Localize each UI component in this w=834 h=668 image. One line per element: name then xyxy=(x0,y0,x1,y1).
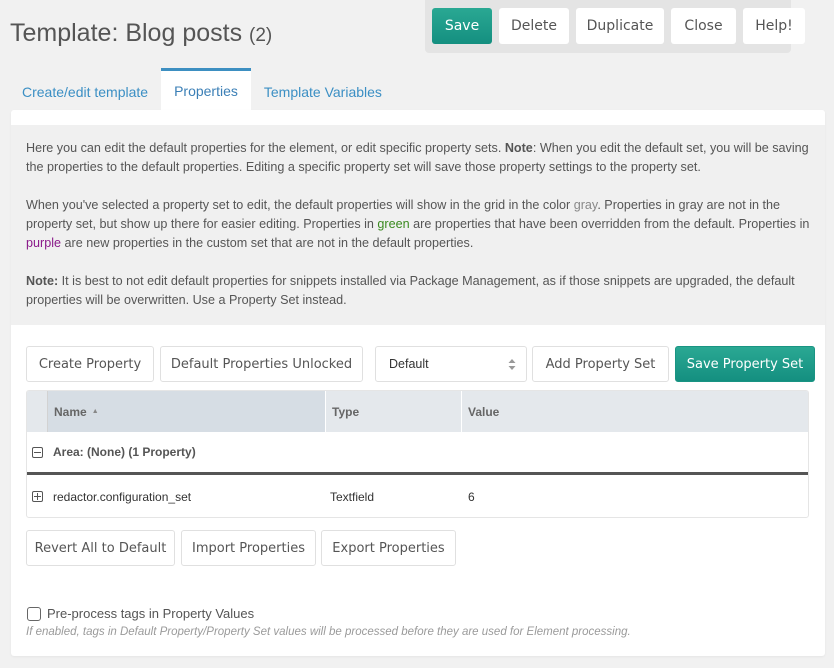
save-property-set-button[interactable]: Save Property Set xyxy=(675,346,815,382)
grid-header: Name ▲ Type Value xyxy=(27,391,808,432)
cell-type: Textfield xyxy=(330,490,375,504)
delete-button[interactable]: Delete xyxy=(499,8,569,44)
note-label: Note xyxy=(504,141,533,155)
add-property-set-button[interactable]: Add Property Set xyxy=(532,346,669,382)
cell-name: redactor.configuration_set xyxy=(53,490,192,504)
preprocess-tags-label: Pre-process tags in Property Values xyxy=(47,606,255,621)
default-properties-unlocked-button[interactable]: Default Properties Unlocked xyxy=(160,346,363,382)
column-header-name[interactable]: Name ▲ xyxy=(47,391,325,432)
text: are new properties in the custom set tha… xyxy=(61,236,474,250)
group-label: Area: (None) (1 Property) xyxy=(53,445,196,459)
save-button[interactable]: Save xyxy=(432,8,492,44)
intro-paragraph-2: When you've selected a property set to e… xyxy=(26,196,810,253)
text: When you've selected a property set to e… xyxy=(26,198,574,212)
property-set-select[interactable]: Default xyxy=(375,346,527,382)
tab-bar: Create/edit template Properties Template… xyxy=(9,68,395,111)
sort-ascending-icon: ▲ xyxy=(91,408,99,415)
tab-template-variables[interactable]: Template Variables xyxy=(251,68,395,111)
table-row[interactable]: redactor.configuration_set Textfield 6 xyxy=(27,475,808,517)
help-button[interactable]: Help! xyxy=(743,8,805,44)
page-title: Template: Blog posts (2) xyxy=(10,19,272,48)
preprocess-tags-checkbox[interactable] xyxy=(27,606,41,621)
property-set-select-value: Default xyxy=(389,357,429,371)
select-arrows-icon xyxy=(508,359,516,370)
collapse-icon[interactable] xyxy=(32,446,43,458)
green-color-word: green xyxy=(377,217,410,231)
expand-icon[interactable] xyxy=(32,491,43,502)
group-row: Area: (None) (1 Property) xyxy=(27,432,808,475)
gray-color-word: gray xyxy=(573,198,598,212)
properties-grid: Name ▲ Type Value Area: (None) (1 Propert… xyxy=(26,390,809,518)
purple-color-word: purple xyxy=(26,236,62,250)
duplicate-button[interactable]: Duplicate xyxy=(576,8,664,44)
preprocess-help-text: If enabled, tags in Default Property/Pro… xyxy=(26,626,631,638)
text: are properties that have been overridden… xyxy=(409,217,810,231)
export-properties-button[interactable]: Export Properties xyxy=(321,530,456,566)
action-toolbar: Save Delete Duplicate Close Help! xyxy=(425,0,805,53)
properties-panel: Here you can edit the default properties… xyxy=(11,110,825,656)
column-header-name-label: Name xyxy=(54,404,87,419)
intro-description: Here you can edit the default properties… xyxy=(11,125,825,325)
text: Here you can edit the default properties… xyxy=(26,141,505,155)
cell-value[interactable]: 6 xyxy=(468,475,475,517)
column-header-type[interactable]: Type xyxy=(325,391,461,432)
intro-paragraph-1: Here you can edit the default properties… xyxy=(26,139,810,177)
import-properties-button[interactable]: Import Properties xyxy=(181,530,316,566)
revert-all-to-default-button[interactable]: Revert All to Default xyxy=(26,530,175,566)
note-label: Note: xyxy=(26,274,59,288)
column-header-value[interactable]: Value xyxy=(461,391,808,432)
close-button[interactable]: Close xyxy=(671,8,736,44)
preprocess-tags-option[interactable]: Pre-process tags in Property Values xyxy=(27,606,254,621)
tab-properties[interactable]: Properties xyxy=(161,68,251,111)
page-title-count: (2) xyxy=(249,25,273,46)
tab-create-edit-template[interactable]: Create/edit template xyxy=(9,68,161,111)
create-property-button[interactable]: Create Property xyxy=(26,346,154,382)
page-title-text: Template: Blog posts xyxy=(10,19,243,47)
intro-paragraph-3: Note: It is best to not edit default pro… xyxy=(26,272,810,310)
text: It is best to not edit default propertie… xyxy=(26,274,795,307)
